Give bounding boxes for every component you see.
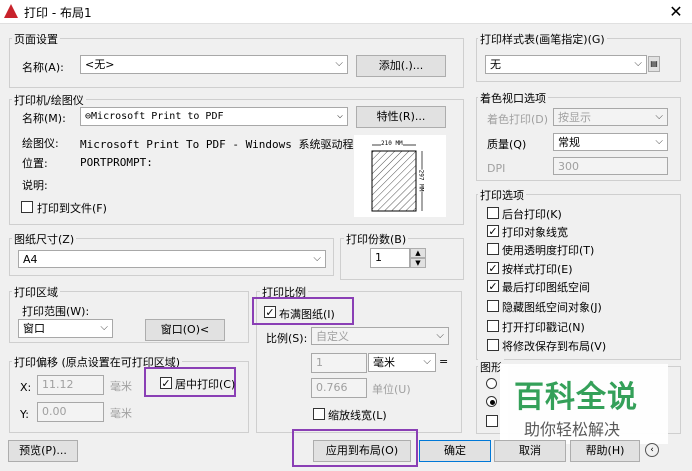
scale-lineweights-label: 缩放线宽(L): [328, 409, 387, 422]
option-label-lineweights: 打印对象线宽: [502, 226, 568, 239]
option-label-hide-objects: 隐藏图纸空间对象(J): [502, 301, 602, 314]
watermark-subtitle: 助你轻松解决: [524, 420, 621, 439]
option-label-save-layout: 将修改保存到布局(V): [502, 340, 607, 353]
offset-y-unit: 毫米: [110, 407, 132, 420]
offset-y-label: Y:: [20, 408, 29, 421]
offset-x-input[interactable]: 11.12: [37, 375, 104, 395]
description-label: 说明:: [22, 179, 48, 192]
plot-options-label: 打印选项: [478, 187, 526, 203]
title-bar: 打印 - 布局1 ✕: [0, 0, 692, 24]
offset-x-unit: 毫米: [110, 380, 132, 393]
location-label: 位置:: [22, 157, 48, 170]
printer-name-label: 名称(M):: [22, 112, 66, 125]
dpi-label: DPI: [487, 162, 506, 175]
page-setup-name-label: 名称(A):: [22, 61, 64, 74]
option-checkbox-styles[interactable]: ✓: [487, 262, 499, 274]
window-title: 打印 - 布局1: [24, 6, 92, 20]
autocad-logo-icon: [4, 4, 18, 18]
cancel-button[interactable]: 取消: [494, 440, 566, 462]
copies-label: 打印份数(B): [344, 231, 409, 247]
copies-spin-down[interactable]: ▼: [410, 258, 426, 268]
plotter-value: Microsoft Print To PDF - Windows 系统驱动程..…: [80, 138, 374, 151]
scale-units-label: 单位(U): [372, 383, 411, 396]
print-to-file-checkbox[interactable]: [21, 201, 33, 213]
paper-size-select[interactable]: A4: [18, 250, 326, 268]
scale-select[interactable]: 自定义: [311, 327, 449, 345]
option-label-transparency: 使用透明度打印(T): [502, 244, 595, 257]
copies-input[interactable]: 1: [370, 248, 410, 268]
option-label-paperspace-last: 最后打印图纸空间: [502, 281, 590, 294]
scale-unit-select[interactable]: 毫米: [368, 353, 436, 372]
dpi-input[interactable]: 300: [553, 157, 668, 175]
option-checkbox-transparency[interactable]: [487, 243, 499, 255]
preview-button[interactable]: 预览(P)...: [8, 440, 78, 462]
scale-inches-input[interactable]: 1: [311, 353, 367, 373]
offset-y-input[interactable]: 0.00: [37, 402, 104, 422]
location-value: PORTPROMPT:: [80, 156, 153, 169]
apply-to-layout-button[interactable]: 应用到布局(O): [313, 440, 411, 462]
page-setup-name-select[interactable]: <无>: [80, 55, 348, 74]
copies-spin-up[interactable]: ▲: [410, 248, 426, 258]
style-table-select[interactable]: 无: [485, 55, 647, 74]
option-label-styles: 按样式打印(E): [502, 263, 573, 276]
shaded-viewport-label: 着色视口选项: [478, 90, 548, 106]
orientation-radio-landscape[interactable]: [486, 396, 497, 407]
printer-name-value: Microsoft Print to PDF: [91, 111, 224, 122]
option-checkbox-lineweights[interactable]: ✓: [487, 225, 499, 237]
paper-width-label: 210 MM: [381, 140, 403, 147]
option-checkbox-stamp[interactable]: [487, 320, 499, 332]
watermark: 百科全说 助你轻松解决: [500, 364, 668, 444]
center-plot-checkbox[interactable]: ✓: [160, 377, 172, 389]
orientation-radio-portrait[interactable]: [486, 378, 497, 389]
printer-name-select[interactable]: ⊖Microsoft Print to PDF: [80, 107, 348, 126]
quality-label: 质量(Q): [487, 138, 527, 151]
shade-plot-label: 着色打印(D): [487, 113, 549, 126]
orientation-upside-down-checkbox[interactable]: [486, 415, 498, 427]
ok-button[interactable]: 确定: [419, 440, 491, 462]
edit-style-table-icon[interactable]: ▤: [648, 56, 660, 72]
style-table-label: 打印样式表(画笔指定)(G): [478, 31, 607, 47]
quality-select[interactable]: 常规: [553, 133, 668, 151]
fit-to-paper-checkbox[interactable]: ✓: [264, 306, 276, 318]
plotter-label: 绘图仪:: [22, 137, 59, 150]
scale-equals: =: [439, 355, 449, 368]
plot-range-label: 打印范围(W):: [22, 305, 90, 318]
plot-range-select[interactable]: 窗口: [18, 319, 113, 338]
option-checkbox-background[interactable]: [487, 207, 499, 219]
option-checkbox-paperspace-last[interactable]: ✓: [487, 280, 499, 292]
paper-preview: 210 MM 297 MM: [354, 135, 446, 217]
plot-area-label: 打印区域: [12, 284, 60, 300]
option-label-background: 后台打印(K): [502, 208, 562, 221]
properties-button[interactable]: 特性(R)...: [356, 106, 446, 128]
option-checkbox-hide-objects[interactable]: [487, 300, 499, 312]
paper-size-label: 图纸尺寸(Z): [12, 231, 77, 247]
add-page-setup-button[interactable]: 添加(.)...: [356, 55, 446, 77]
paper-preview-drawing: [371, 144, 423, 212]
expand-collapse-icon[interactable]: ‹: [645, 443, 659, 457]
window-select-button[interactable]: 窗口(O)<: [145, 319, 225, 341]
scale-units-input[interactable]: 0.766: [311, 378, 367, 398]
close-icon[interactable]: ✕: [664, 1, 688, 23]
option-label-stamp: 打开打印戳记(N): [502, 321, 585, 334]
scale-lineweights-checkbox[interactable]: [313, 408, 325, 420]
watermark-title: 百科全说: [514, 380, 638, 415]
option-checkbox-save-layout[interactable]: [487, 339, 499, 351]
center-plot-label: 居中打印(C): [175, 378, 236, 391]
page-setup-label: 页面设置: [12, 31, 60, 47]
offset-x-label: X:: [20, 381, 32, 394]
help-button[interactable]: 帮助(H): [570, 440, 640, 462]
shade-plot-select[interactable]: 按显示: [553, 108, 668, 126]
paper-height-label: 297 MM: [417, 169, 425, 192]
printer-label: 打印机/绘图仪: [12, 92, 86, 108]
fit-to-paper-label: 布满图纸(I): [279, 308, 335, 321]
print-to-file-label: 打印到文件(F): [37, 202, 107, 215]
scale-label: 比例(S):: [266, 332, 308, 345]
